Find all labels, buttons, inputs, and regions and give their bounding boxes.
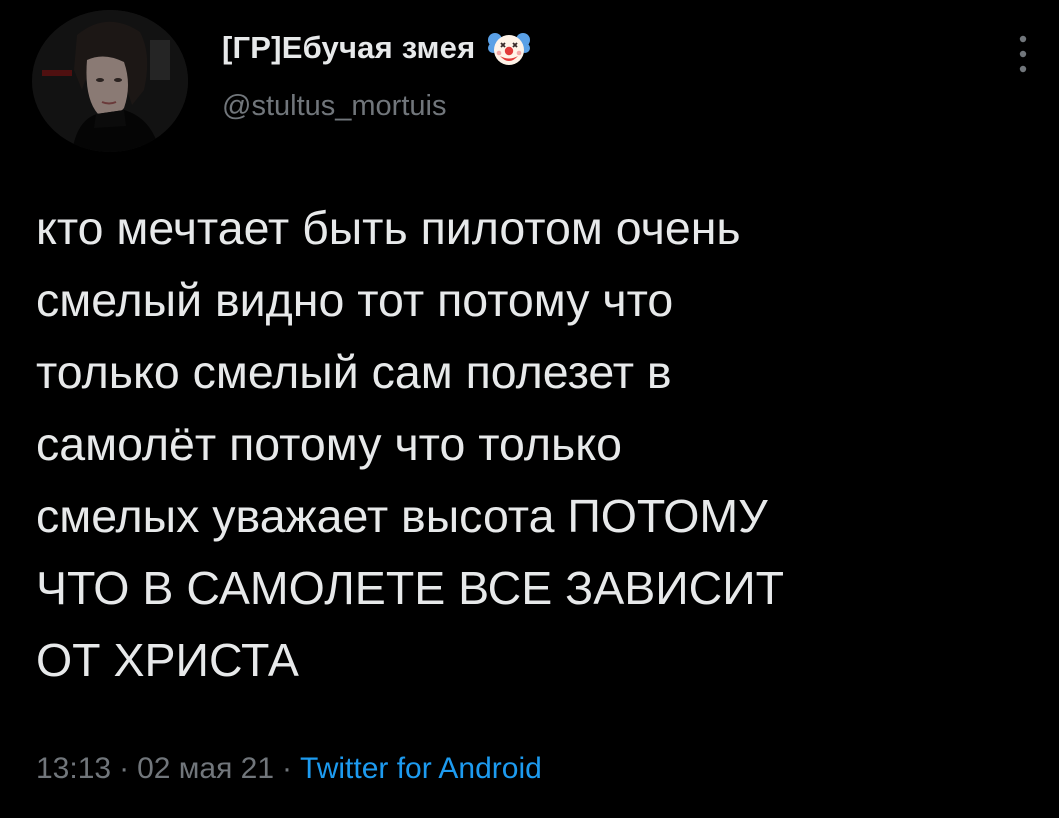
meta-separator: · <box>282 752 293 785</box>
tweet-text-line: только смелый сам полезет в <box>36 346 672 398</box>
tweet-text-line: смелых уважает высота ПОТОМУ <box>36 490 768 542</box>
display-name-row: [ГР]Ебучая змея <box>222 20 531 76</box>
meta-separator: · <box>119 752 130 785</box>
tweet-meta: 13:13 · 02 мая 21 · Twitter for Android <box>36 752 542 786</box>
tweet-source-link[interactable]: Twitter for Android <box>300 752 542 785</box>
tweet-text-line: самолёт потому что только <box>36 418 622 470</box>
tweet-text: кто мечтает быть пилотом очень смелый ви… <box>36 192 1036 696</box>
avatar-image <box>32 10 188 152</box>
tweet-time[interactable]: 13:13 <box>36 752 111 785</box>
avatar[interactable] <box>32 10 188 152</box>
user-handle[interactable]: @stultus_mortuis <box>222 90 531 123</box>
tweet-date[interactable]: 02 мая 21 <box>137 752 274 785</box>
user-header: [ГР]Ебучая змея @stultus_mortuis <box>222 20 531 123</box>
display-name[interactable]: [ГР]Ебучая змея <box>222 30 475 66</box>
tweet-text-line: кто мечтает быть пилотом очень <box>36 202 741 254</box>
tweet-text-line: ЧТО В САМОЛЕТЕ ВСЕ ЗАВИСИТ <box>36 562 785 614</box>
more-vertical-icon <box>1019 35 1027 73</box>
clown-face-icon <box>487 26 531 70</box>
more-options-button[interactable] <box>1008 30 1038 78</box>
tweet-text-line: смелый видно тот потому что <box>36 274 674 326</box>
tweet: [ГР]Ебучая змея @stultus_mortuis кто меч… <box>0 0 1059 818</box>
tweet-text-line: ОТ ХРИСТА <box>36 634 299 686</box>
